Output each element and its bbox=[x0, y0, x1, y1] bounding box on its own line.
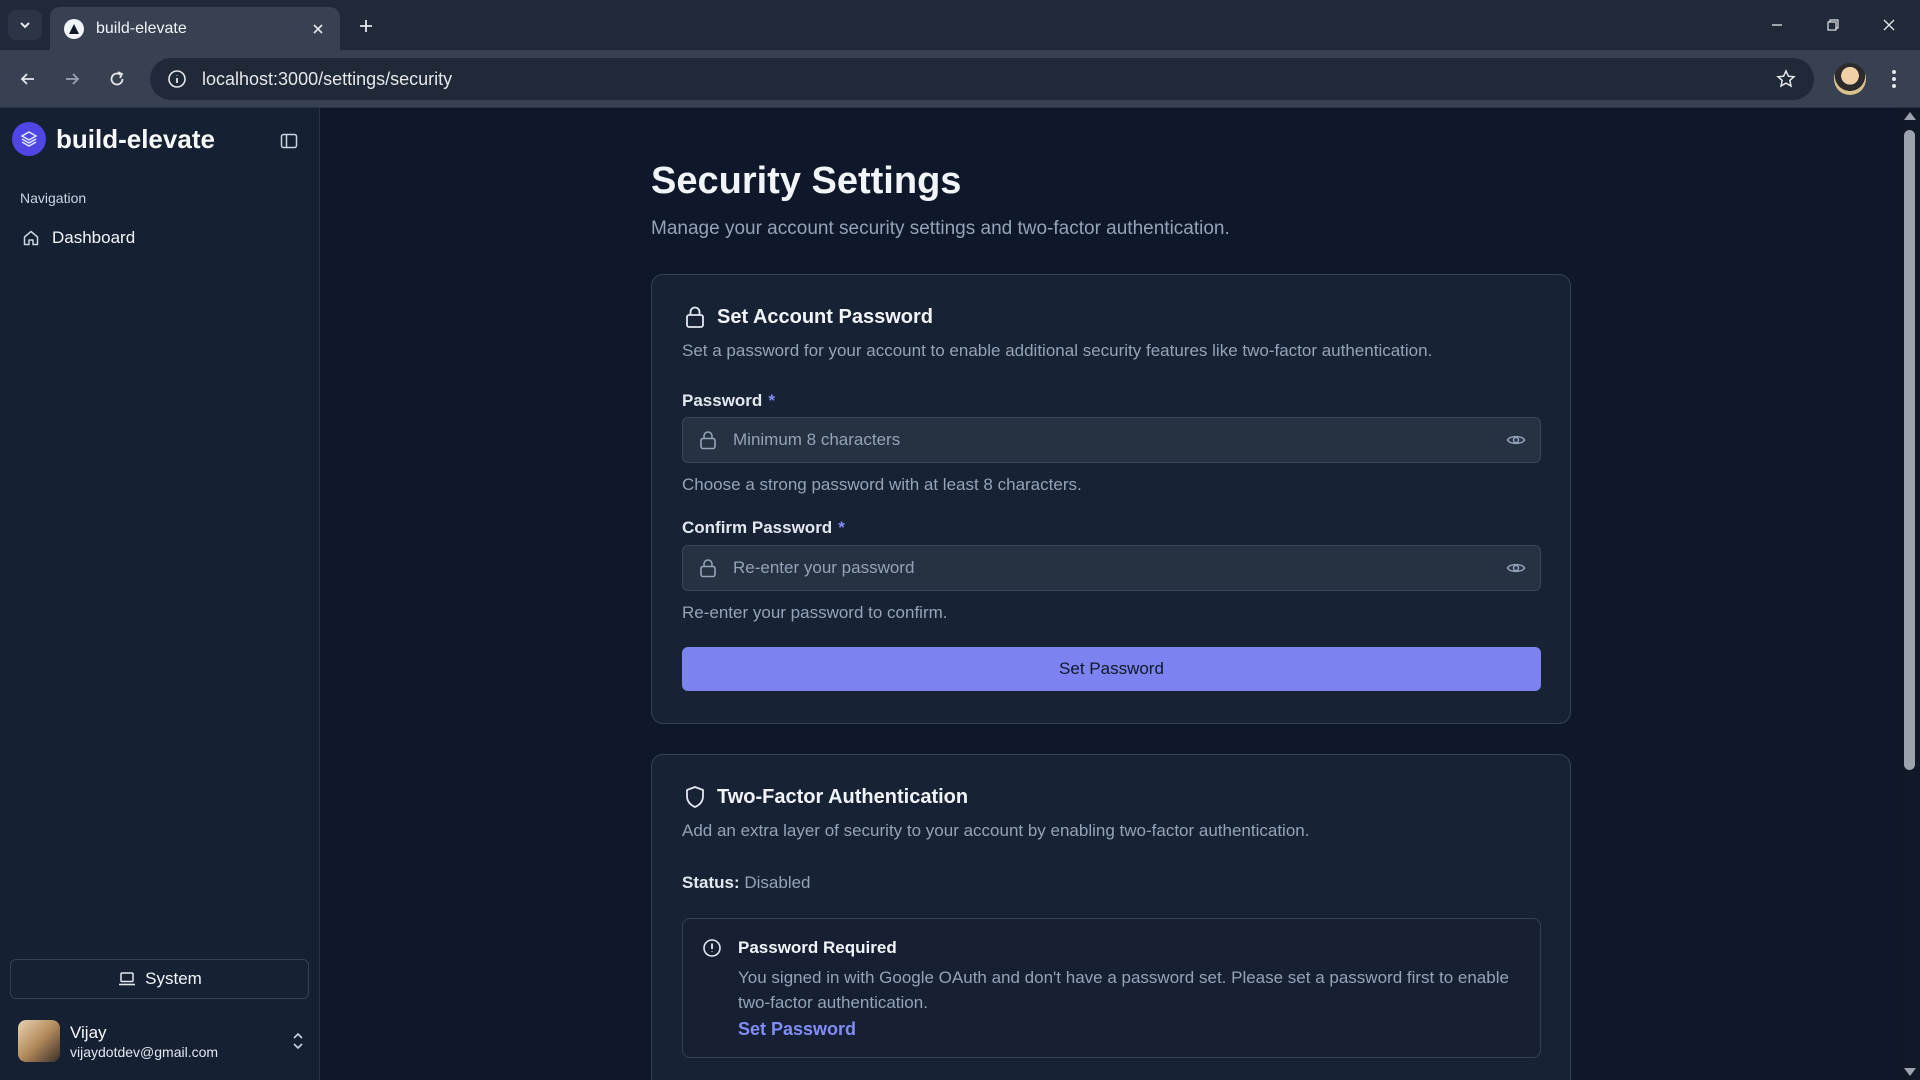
home-icon bbox=[20, 227, 42, 249]
panel-left-icon bbox=[280, 133, 298, 149]
sidebar-item-dashboard[interactable]: Dashboard bbox=[12, 218, 308, 258]
forward-button[interactable] bbox=[56, 63, 88, 95]
brand[interactable]: build-elevate bbox=[12, 122, 215, 156]
more-vertical-icon bbox=[1892, 70, 1896, 88]
password-required-alert: Password Required You signed in with Goo… bbox=[682, 918, 1541, 1058]
theme-label: System bbox=[145, 969, 202, 988]
sidebar-toggle-button[interactable] bbox=[276, 128, 302, 154]
minimize-icon bbox=[1772, 24, 1782, 26]
avatar bbox=[18, 1020, 60, 1062]
alert-title: Password Required bbox=[738, 938, 897, 957]
favicon-icon bbox=[64, 18, 84, 39]
address-bar[interactable]: localhost:3000/settings/security bbox=[150, 58, 1814, 100]
tab-title: build-elevate bbox=[96, 19, 187, 37]
restore-button[interactable] bbox=[1810, 10, 1856, 40]
close-window-button[interactable] bbox=[1866, 10, 1912, 40]
confirm-password-field[interactable]: Re-enter your password bbox=[682, 545, 1541, 591]
page-subtitle: Manage your account security settings an… bbox=[651, 218, 1230, 239]
site-info-icon[interactable] bbox=[164, 66, 190, 92]
close-icon bbox=[1883, 19, 1895, 31]
new-tab-button[interactable] bbox=[352, 12, 380, 40]
confirm-password-input[interactable]: Re-enter your password bbox=[733, 558, 1504, 578]
lock-icon bbox=[697, 556, 719, 580]
browser-tab[interactable]: build-elevate bbox=[50, 7, 340, 50]
password-input[interactable]: Minimum 8 characters bbox=[733, 430, 1504, 450]
reload-icon bbox=[110, 71, 124, 86]
user-menu[interactable]: Vijay vijaydotdev@gmail.com bbox=[18, 1018, 308, 1064]
alert-body: You signed in with Google OAuth and don'… bbox=[738, 968, 1509, 1012]
status-label: Status: bbox=[682, 873, 740, 892]
set-password-link[interactable]: Set Password bbox=[738, 1019, 856, 1040]
chevron-down-icon bbox=[20, 22, 30, 29]
lock-icon bbox=[682, 303, 708, 331]
confirm-password-label: Confirm Password * bbox=[682, 518, 845, 537]
card-title: Set Account Password bbox=[717, 305, 933, 328]
user-email: vijaydotdev@gmail.com bbox=[70, 1043, 219, 1060]
bookmark-star-icon[interactable] bbox=[1772, 65, 1800, 93]
eye-icon[interactable] bbox=[1504, 428, 1528, 452]
confirm-password-help: Re-enter your password to confirm. bbox=[682, 603, 948, 622]
chevrons-up-down-icon bbox=[288, 1029, 308, 1053]
two-factor-status: Status: Disabled bbox=[682, 873, 811, 893]
card-description: Set a password for your account to enabl… bbox=[682, 341, 1433, 360]
browser-menu-button[interactable] bbox=[1880, 63, 1908, 95]
arrow-left-icon bbox=[20, 73, 34, 85]
required-mark: * bbox=[768, 391, 775, 410]
card-description: Add an extra layer of security to your a… bbox=[682, 821, 1310, 840]
restore-icon bbox=[1827, 19, 1839, 31]
main-content: Security Settings Manage your account se… bbox=[321, 108, 1899, 1080]
tab-search-button[interactable] bbox=[8, 10, 42, 40]
brand-name: build-elevate bbox=[56, 123, 215, 154]
alert-circle-icon bbox=[701, 937, 723, 959]
sidebar-item-label: Dashboard bbox=[52, 228, 136, 247]
nav-heading: Navigation bbox=[20, 190, 87, 206]
browser-profile-avatar[interactable] bbox=[1834, 63, 1866, 95]
scrollbar-thumb[interactable] bbox=[1904, 130, 1915, 770]
required-mark: * bbox=[838, 518, 845, 537]
eye-icon[interactable] bbox=[1504, 556, 1528, 580]
scroll-down-arrow-icon[interactable] bbox=[1904, 1068, 1916, 1076]
back-button[interactable] bbox=[12, 63, 44, 95]
card-title: Two-Factor Authentication bbox=[717, 785, 969, 808]
password-field[interactable]: Minimum 8 characters bbox=[682, 417, 1541, 463]
reload-button[interactable] bbox=[101, 63, 133, 95]
two-factor-card: Two-Factor Authentication Add an extra l… bbox=[651, 754, 1571, 1080]
minimize-button[interactable] bbox=[1754, 10, 1800, 40]
sidebar: build-elevate Navigation Dashboard Syste… bbox=[0, 108, 320, 1080]
plus-icon bbox=[360, 20, 372, 32]
set-password-button[interactable]: Set Password bbox=[682, 647, 1541, 691]
url-text[interactable]: localhost:3000/settings/security bbox=[202, 69, 1772, 90]
shield-icon bbox=[682, 783, 708, 811]
page-title: Security Settings bbox=[651, 160, 962, 202]
theme-toggle-button[interactable]: System bbox=[10, 959, 309, 999]
layers-logo-icon bbox=[12, 122, 46, 156]
arrow-right-icon bbox=[66, 73, 80, 85]
laptop-icon bbox=[117, 969, 137, 989]
password-help: Choose a strong password with at least 8… bbox=[682, 475, 1082, 494]
user-name: Vijay bbox=[70, 1022, 107, 1042]
tab-close-icon[interactable] bbox=[308, 19, 328, 39]
page-scrollbar[interactable] bbox=[1899, 108, 1920, 1080]
browser-tabstrip: build-elevate bbox=[0, 0, 1920, 50]
browser-toolbar: localhost:3000/settings/security bbox=[0, 50, 1920, 108]
lock-icon bbox=[697, 428, 719, 452]
set-password-card: Set Account Password Set a password for … bbox=[651, 274, 1571, 724]
scroll-up-arrow-icon[interactable] bbox=[1904, 112, 1916, 120]
password-label: Password * bbox=[682, 391, 775, 410]
status-value: Disabled bbox=[744, 873, 811, 892]
